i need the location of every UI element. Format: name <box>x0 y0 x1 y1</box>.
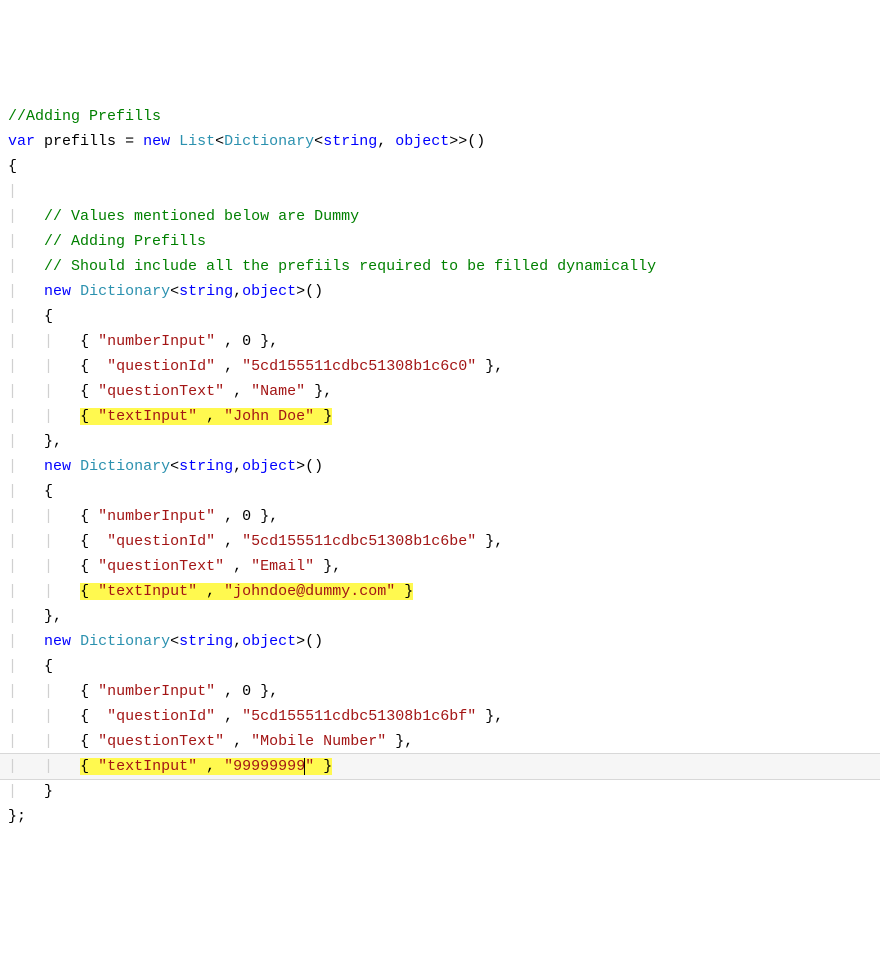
type-dictionary: Dictionary <box>80 633 170 650</box>
comment-line: // Adding Prefills <box>44 233 206 250</box>
code-block[interactable]: //Adding Prefills var prefills = new Lis… <box>8 104 881 829</box>
keyword-var: var <box>8 133 35 150</box>
comment-line: //Adding Prefills <box>8 108 161 125</box>
number-literal: 0 <box>242 508 251 525</box>
string-literal: "numberInput" <box>98 333 215 350</box>
string-literal: "questionText" <box>98 733 224 750</box>
type-string: string <box>323 133 377 150</box>
brace-open: { <box>44 483 53 500</box>
brace-close: }, <box>44 433 62 450</box>
active-line: | | { "textInput" , "99999999" } <box>0 754 880 779</box>
keyword-new: new <box>44 633 71 650</box>
highlighted-line: { "textInput" , "johndoe@dummy.com" } <box>80 583 413 600</box>
string-literal: "numberInput" <box>98 683 215 700</box>
comment-line: // Should include all the prefiils requi… <box>44 258 656 275</box>
number-literal: 0 <box>242 333 251 350</box>
string-literal: "questionId" <box>107 533 215 550</box>
highlighted-line: { "textInput" , "John Doe" } <box>80 408 332 425</box>
type-dictionary: Dictionary <box>80 458 170 475</box>
string-literal: "5cd155511cdbc51308b1c6bf" <box>242 708 476 725</box>
brace-close: }, <box>44 608 62 625</box>
type-dictionary: Dictionary <box>80 283 170 300</box>
type-object: object <box>395 133 449 150</box>
string-literal: "Name" <box>251 383 305 400</box>
string-literal: "Mobile Number" <box>251 733 386 750</box>
identifier: prefills <box>44 133 116 150</box>
string-literal: "numberInput" <box>98 508 215 525</box>
string-literal: "questionText" <box>98 383 224 400</box>
string-literal: "questionText" <box>98 558 224 575</box>
string-literal: "questionId" <box>107 358 215 375</box>
comment-line: // Values mentioned below are Dummy <box>44 208 359 225</box>
keyword-new: new <box>143 133 170 150</box>
keyword-new: new <box>44 458 71 475</box>
brace-open: { <box>44 308 53 325</box>
type-dictionary: Dictionary <box>224 133 314 150</box>
keyword-new: new <box>44 283 71 300</box>
string-literal: "questionId" <box>107 708 215 725</box>
type-list: List <box>179 133 215 150</box>
brace-open: { <box>44 658 53 675</box>
brace-close: }; <box>8 808 26 825</box>
number-literal: 0 <box>242 683 251 700</box>
brace-open: { <box>8 158 17 175</box>
brace-close: } <box>44 783 53 800</box>
string-literal: "5cd155511cdbc51308b1c6c0" <box>242 358 476 375</box>
operator: = <box>125 133 134 150</box>
highlighted-line: { "textInput" , "99999999" } <box>80 758 332 775</box>
string-literal: "Email" <box>251 558 314 575</box>
string-literal: "5cd155511cdbc51308b1c6be" <box>242 533 476 550</box>
